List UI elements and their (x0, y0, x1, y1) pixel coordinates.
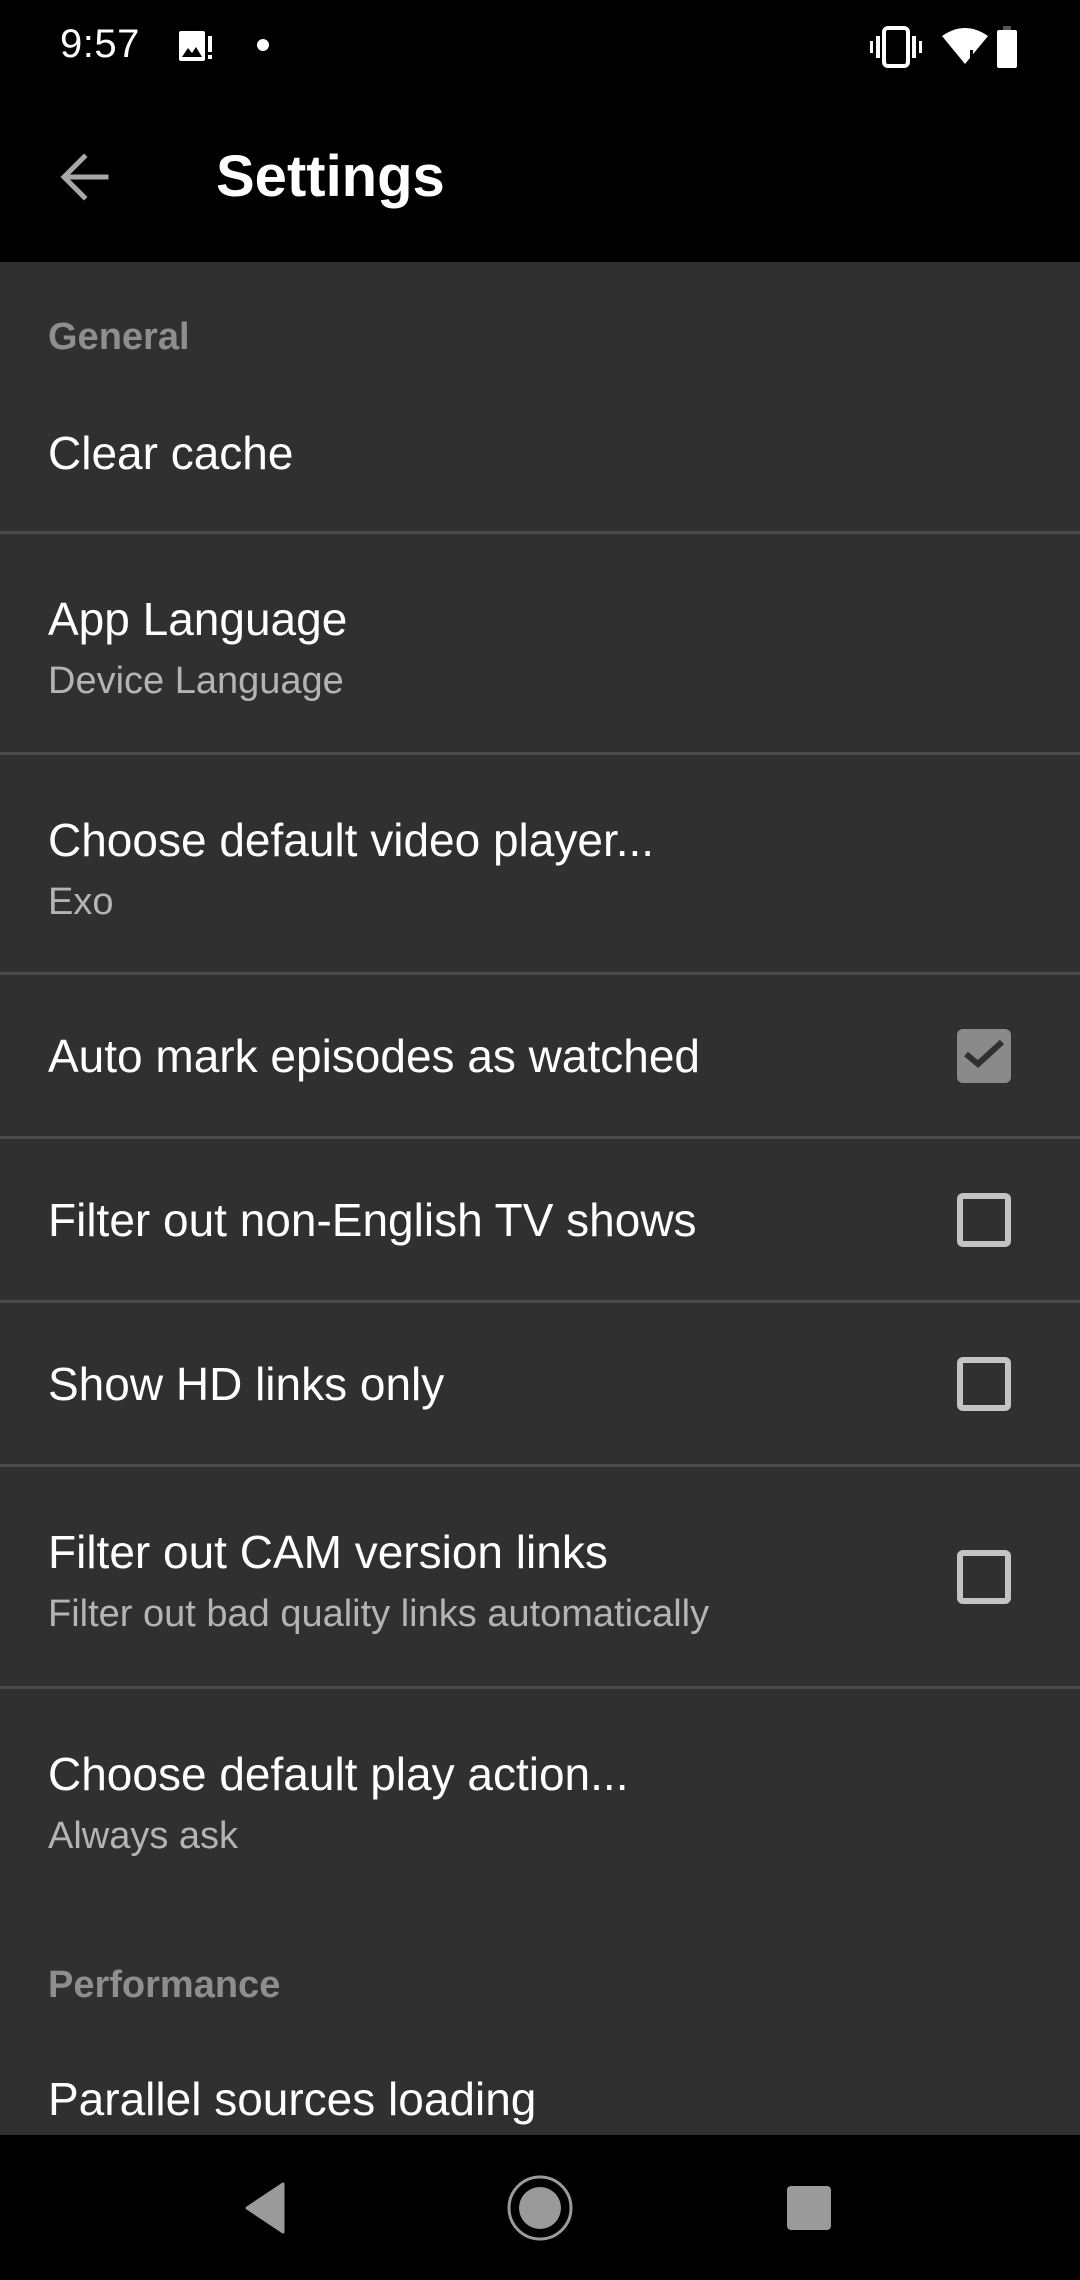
filter-non-english-checkbox[interactable] (957, 1193, 1011, 1247)
auto-mark-watched-checkbox[interactable] (957, 1029, 1011, 1083)
section-header-general: General (48, 316, 190, 358)
vibrate-icon (870, 26, 922, 73)
wifi-icon (940, 26, 990, 71)
home-circle-icon (505, 2173, 575, 2248)
pref-title: Parallel sources loading (48, 2073, 537, 2125)
nav-recents-button[interactable] (754, 2155, 864, 2265)
pref-filter-non-english[interactable]: Filter out non-English TV shows (0, 1139, 1080, 1300)
pref-title: Choose default play action... (48, 1748, 629, 1800)
gallery-notification-icon (178, 30, 214, 69)
navigation-bar (0, 2135, 1080, 2280)
pref-title: Clear cache (48, 427, 294, 479)
pref-hd-links-only[interactable]: Show HD links only (0, 1303, 1080, 1464)
arrow-back-icon (58, 151, 110, 208)
pref-summary: Device Language (48, 660, 344, 702)
back-button[interactable] (40, 135, 128, 223)
pref-title: Auto mark episodes as watched (48, 1030, 701, 1082)
pref-filter-cam-links[interactable]: Filter out CAM version links Filter out … (0, 1467, 1080, 1686)
nav-home-button[interactable] (485, 2155, 595, 2265)
pref-default-video-player[interactable]: Choose default video player... Exo (0, 755, 1080, 972)
app-bar: Settings (0, 95, 1080, 262)
filter-cam-links-checkbox[interactable] (957, 1550, 1011, 1604)
status-bar: 9:57 (0, 0, 1080, 95)
page-title: Settings (216, 144, 445, 209)
pref-summary: Always ask (48, 1815, 239, 1857)
pref-title: Filter out CAM version links (48, 1526, 608, 1578)
pref-clear-cache[interactable]: Clear cache (0, 372, 1080, 531)
nav-back-button[interactable] (210, 2155, 320, 2265)
dot-notification-icon (256, 38, 270, 57)
pref-app-language[interactable]: App Language Device Language (0, 534, 1080, 752)
hd-links-only-checkbox[interactable] (957, 1357, 1011, 1411)
pref-summary: Filter out bad quality links automatical… (48, 1593, 710, 1635)
battery-icon (996, 26, 1018, 73)
pref-title: Show HD links only (48, 1358, 445, 1410)
pref-summary: Exo (48, 881, 114, 923)
pref-default-play-action[interactable]: Choose default play action... Always ask (0, 1689, 1080, 1907)
status-time: 9:57 (60, 22, 140, 66)
pref-auto-mark-watched[interactable]: Auto mark episodes as watched (0, 975, 1080, 1136)
pref-title: Filter out non-English TV shows (48, 1194, 697, 1246)
recents-square-icon (785, 2184, 833, 2237)
pref-title: Choose default video player... (48, 814, 655, 866)
back-triangle-icon (243, 2182, 287, 2239)
pref-title: App Language (48, 593, 348, 645)
pref-parallel-sources-loading[interactable]: Parallel sources loading (0, 2022, 1080, 2135)
section-header-performance: Performance (48, 1964, 281, 2006)
settings-list[interactable]: General Clear cache App Language Device … (0, 262, 1080, 2135)
checkmark-icon (962, 1036, 1006, 1077)
